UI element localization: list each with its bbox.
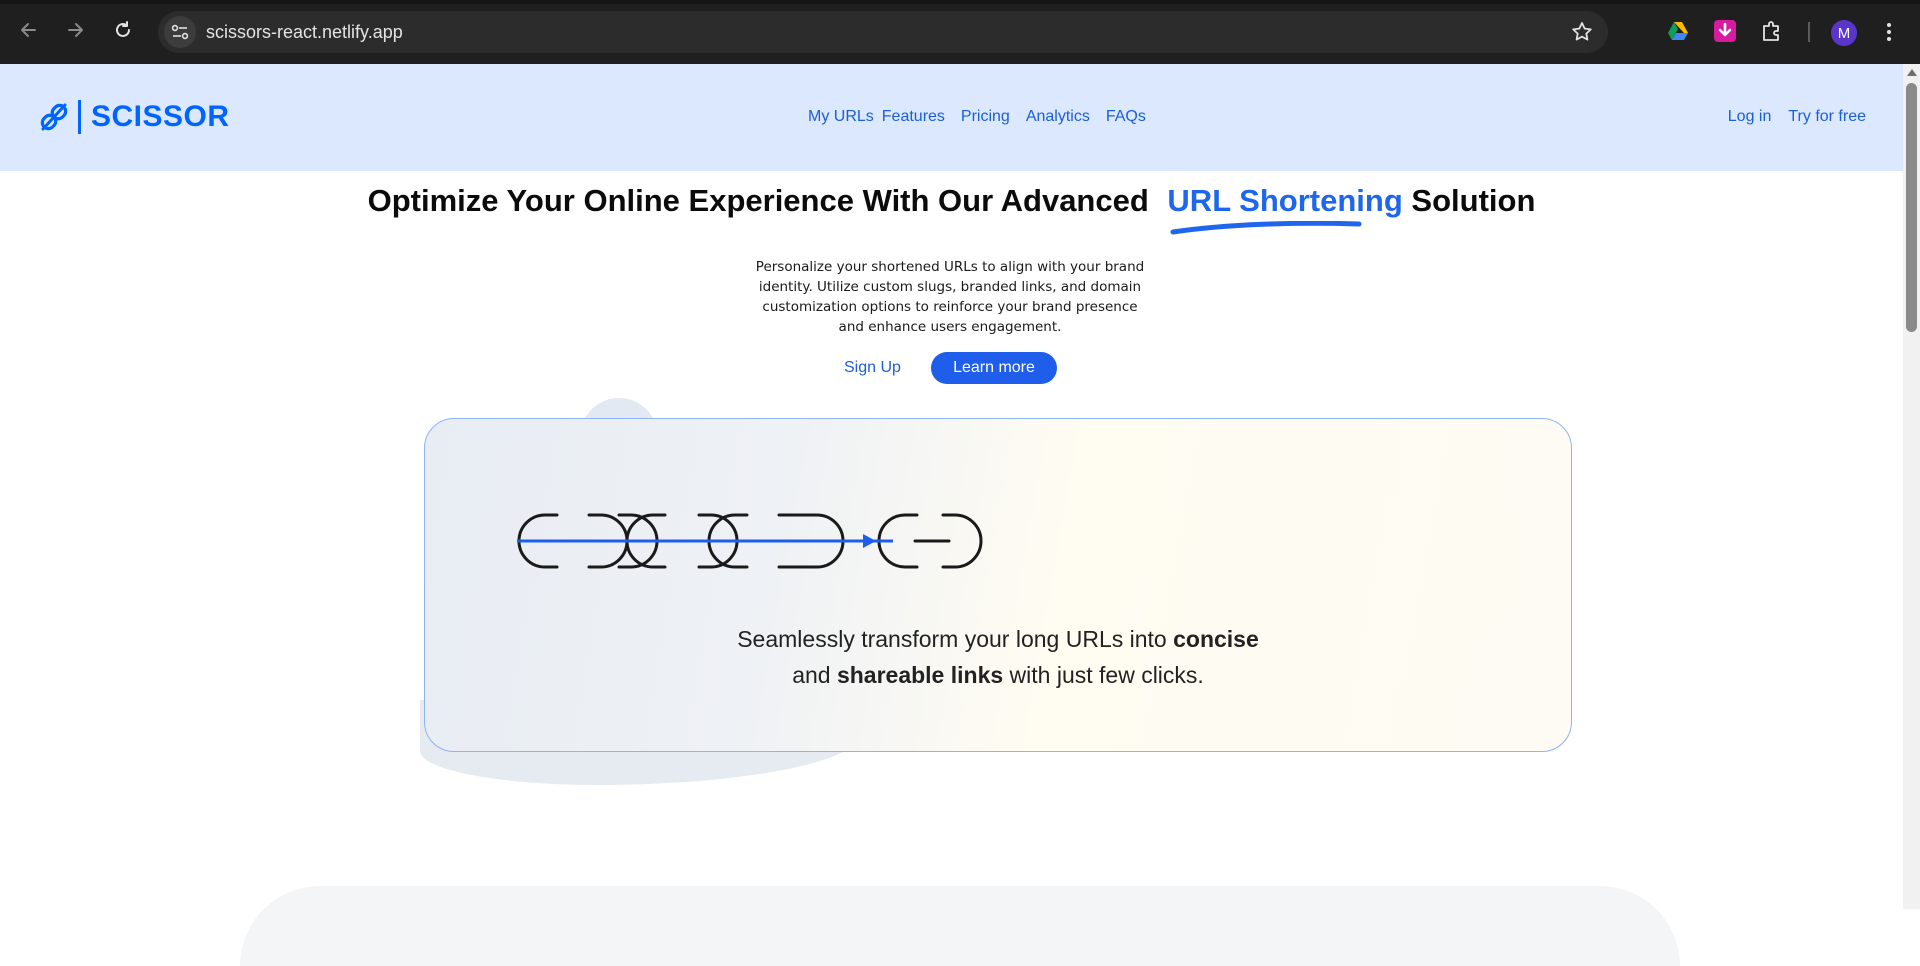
- address-bar[interactable]: scissors-react.netlify.app: [158, 11, 1608, 53]
- caption-bold-text: concise: [1173, 626, 1259, 652]
- next-section: [240, 886, 1680, 966]
- signup-link[interactable]: Sign Up: [844, 359, 901, 377]
- main-nav: My URLs Features Pricing Analytics FAQs: [808, 108, 1162, 126]
- illustration-card: Seamlessly transform your long URLs into…: [424, 418, 1572, 752]
- auth-nav: Log in Try for free: [1711, 108, 1866, 126]
- bookmark-star-icon[interactable]: [1570, 20, 1594, 49]
- hero-title-trail: Solution: [1411, 183, 1536, 218]
- login-link[interactable]: Log in: [1728, 108, 1772, 126]
- forward-arrow-icon[interactable]: [62, 17, 88, 43]
- menu-kebab-icon[interactable]: [1884, 21, 1894, 45]
- logo-divider: [78, 100, 81, 134]
- scroll-up-arrow-icon[interactable]: [1907, 69, 1917, 76]
- learn-more-button[interactable]: Learn more: [931, 352, 1057, 384]
- scrollbar-thumb[interactable]: [1906, 83, 1917, 332]
- browser-toolbar: scissors-react.netlify.app M: [0, 0, 1920, 64]
- chain-link-logo-icon: [40, 103, 68, 131]
- hero-title-lead: Optimize Your Online Experience With Our…: [367, 183, 1149, 218]
- profile-avatar[interactable]: M: [1831, 20, 1857, 46]
- caption-text: Seamlessly transform your long URLs into: [737, 626, 1167, 652]
- back-arrow-icon[interactable]: [16, 17, 42, 43]
- url-text[interactable]: scissors-react.netlify.app: [206, 22, 403, 43]
- logo-wordmark: SCISSOR: [91, 100, 230, 133]
- hero-title: Optimize Your Online Experience With Our…: [0, 183, 1903, 235]
- extensions-puzzle-icon[interactable]: [1760, 19, 1784, 43]
- toolbar-divider: [1808, 22, 1810, 42]
- download-extension-icon[interactable]: [1713, 19, 1737, 43]
- tab-strip-edge: [0, 0, 1920, 4]
- underline-swoosh-icon: [1170, 221, 1362, 235]
- hero-title-accent: URL Shortening: [1167, 183, 1403, 235]
- nav-pricing[interactable]: Pricing: [961, 108, 1010, 126]
- page-scrollbar[interactable]: [1903, 64, 1920, 909]
- caption-bold-text: shareable links: [836, 662, 1004, 688]
- caption-text: with just few clicks.: [1009, 662, 1204, 688]
- caption-text: and: [792, 662, 831, 688]
- hero-description: Personalize your shortened URLs to align…: [755, 259, 1145, 335]
- link-shortening-illustration: [517, 513, 983, 569]
- hero-title-accent-text: URL Shortening: [1167, 183, 1403, 218]
- nav-analytics[interactable]: Analytics: [1026, 108, 1090, 126]
- site-header: SCISSOR My URLs Features Pricing Analyti…: [0, 64, 1903, 171]
- illustration-caption: Seamlessly transform your long URLs into…: [425, 621, 1571, 693]
- nav-my-urls[interactable]: My URLs: [808, 108, 874, 126]
- site-info-icon[interactable]: [164, 16, 196, 48]
- logo[interactable]: SCISSOR: [38, 97, 230, 137]
- google-drive-icon[interactable]: [1666, 19, 1690, 43]
- nav-faqs[interactable]: FAQs: [1106, 108, 1146, 126]
- reload-icon[interactable]: [110, 17, 136, 43]
- nav-features[interactable]: Features: [882, 108, 945, 126]
- try-free-link[interactable]: Try for free: [1788, 108, 1866, 126]
